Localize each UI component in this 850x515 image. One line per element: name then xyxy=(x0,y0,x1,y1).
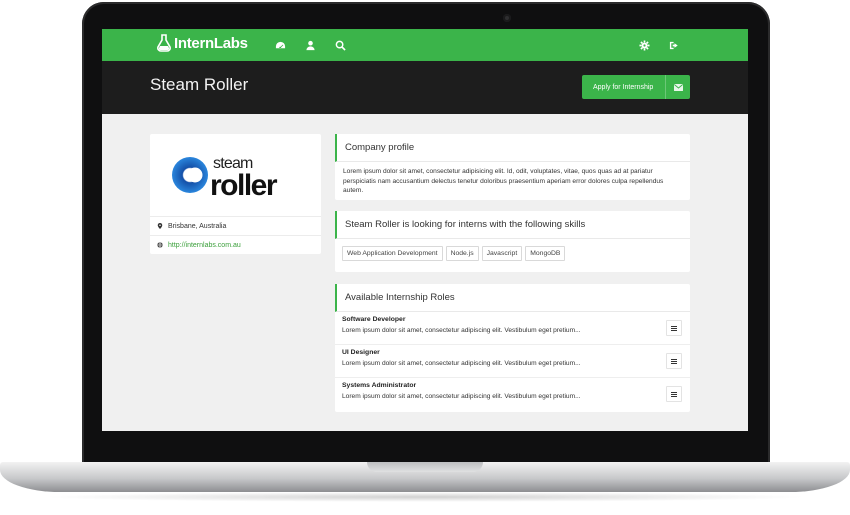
role-title: Systems Administrator xyxy=(342,382,417,389)
laptop-notch xyxy=(367,462,483,472)
role-item[interactable]: Systems Administrator Lorem ipsum dolor … xyxy=(335,378,690,410)
apply-button-label: Apply for Internship xyxy=(593,83,654,91)
skill-tag[interactable]: Node.js xyxy=(445,246,479,261)
company-profile-text: Lorem ipsum dolor sit amet, consectetur … xyxy=(343,168,664,194)
logo-roller-text: roller xyxy=(210,169,278,201)
skill-tag[interactable]: Web Application Development xyxy=(342,246,443,261)
page-title: Steam Roller xyxy=(150,75,249,94)
role-item[interactable]: Software Developer Lorem ipsum dolor sit… xyxy=(335,312,690,345)
screen: InternLabs Steam Roller Apply for Intern… xyxy=(102,29,748,431)
map-marker-icon xyxy=(157,223,163,229)
search-icon[interactable] xyxy=(333,38,347,52)
website-row: http://internlabs.com.au xyxy=(150,235,321,254)
dashboard-icon[interactable] xyxy=(273,38,287,52)
role-description: Lorem ipsum dolor sit amet, consectetur … xyxy=(342,393,581,400)
list-icon xyxy=(671,325,677,331)
apply-for-internship-button[interactable]: Apply for Internship xyxy=(582,75,690,99)
logo-text: InternLabs xyxy=(174,34,248,52)
skills-list: Web Application Development Node.js Java… xyxy=(335,239,690,261)
skills-heading: Steam Roller is looking for interns with… xyxy=(335,211,690,239)
role-menu-button[interactable] xyxy=(666,320,682,336)
company-card: steam roller Brisbane, Australia http://… xyxy=(150,134,321,254)
role-title: Software Developer xyxy=(342,316,406,323)
envelope-icon xyxy=(665,75,690,99)
gear-icon[interactable] xyxy=(637,38,651,52)
flask-icon xyxy=(157,34,171,52)
company-profile-panel: Company profile Lorem ipsum dolor sit am… xyxy=(335,134,690,200)
page-header: Steam Roller Apply for Internship xyxy=(102,61,748,114)
user-icon[interactable] xyxy=(303,38,317,52)
list-icon xyxy=(671,391,677,397)
location-row: Brisbane, Australia xyxy=(150,216,321,235)
company-profile-heading: Company profile xyxy=(335,134,690,162)
roles-heading: Available Internship Roles xyxy=(335,284,690,312)
skill-tag[interactable]: Javascript xyxy=(481,246,523,261)
company-website-link[interactable]: http://internlabs.com.au xyxy=(168,242,241,249)
role-menu-button[interactable] xyxy=(666,353,682,369)
internship-roles-panel: Available Internship Roles Software Deve… xyxy=(335,284,690,412)
company-location: Brisbane, Australia xyxy=(168,222,227,230)
role-description: Lorem ipsum dolor sit amet, consectetur … xyxy=(342,327,581,334)
role-item[interactable]: UI Designer Lorem ipsum dolor sit amet, … xyxy=(335,345,690,378)
camera-icon xyxy=(503,14,511,22)
laptop-shadow xyxy=(40,492,810,502)
list-icon xyxy=(671,358,677,364)
skill-tag[interactable]: MongoDB xyxy=(525,246,566,261)
logout-icon[interactable] xyxy=(667,38,681,52)
skills-panel: Steam Roller is looking for interns with… xyxy=(335,211,690,272)
role-menu-button[interactable] xyxy=(666,386,682,402)
app-logo[interactable]: InternLabs xyxy=(157,34,248,52)
role-title: UI Designer xyxy=(342,349,380,356)
role-description: Lorem ipsum dolor sit amet, consectetur … xyxy=(342,360,581,367)
globe-icon xyxy=(157,242,163,248)
top-navbar: InternLabs xyxy=(102,29,748,61)
company-logo: steam roller xyxy=(172,155,279,201)
